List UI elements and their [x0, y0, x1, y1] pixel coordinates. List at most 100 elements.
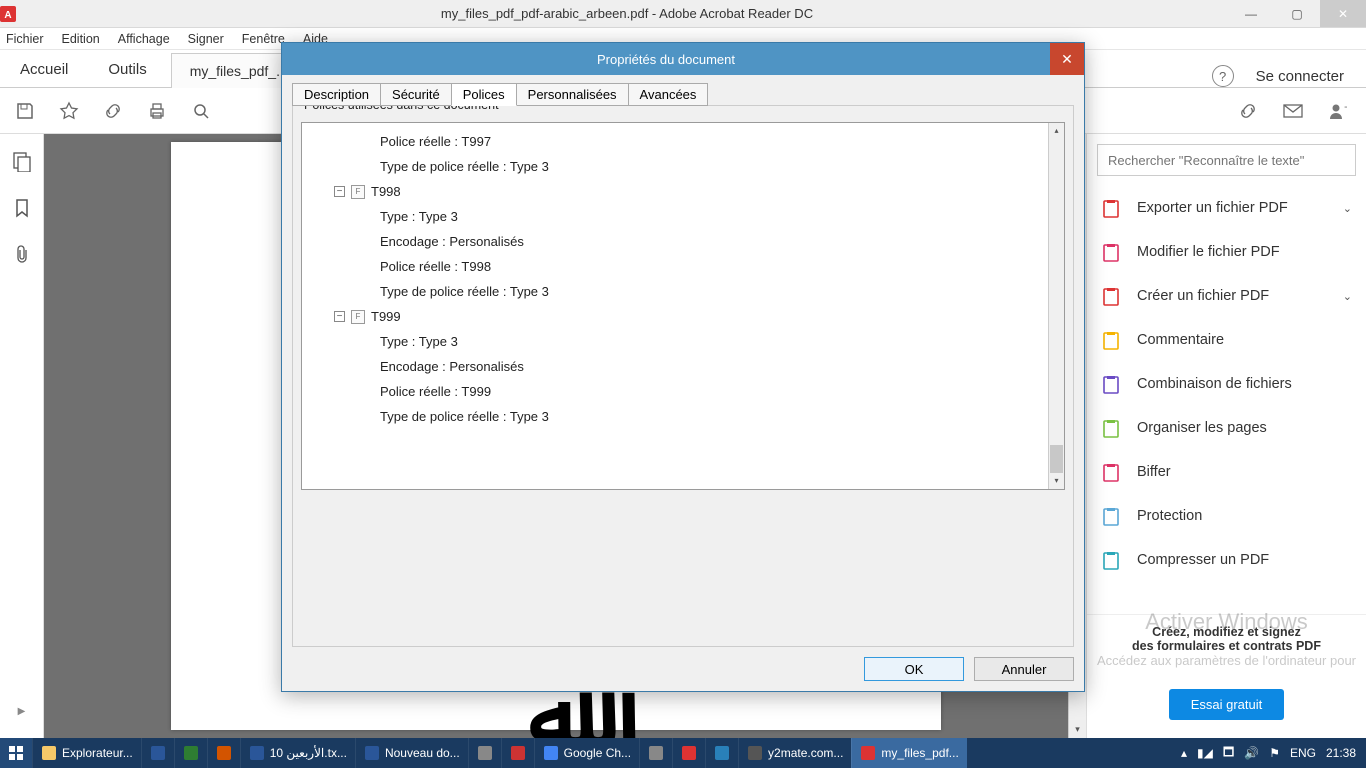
- help-icon[interactable]: ?: [1212, 65, 1234, 87]
- tab-tools[interactable]: Outils: [88, 52, 166, 87]
- taskbar-app-icon: [681, 745, 697, 761]
- taskbar-item[interactable]: [207, 738, 240, 768]
- window-titlebar: A my_files_pdf_pdf-arabic_arbeen.pdf - A…: [0, 0, 1366, 28]
- system-tray[interactable]: ▴ ▮◢ 🗖 🔊 ⚑ ENG 21:38: [1171, 743, 1366, 764]
- chevron-down-icon: ⌄: [1343, 202, 1352, 215]
- taskbar-item[interactable]: [501, 738, 534, 768]
- tool-label: Organiser les pages: [1137, 420, 1267, 436]
- window-title: my_files_pdf_pdf-arabic_arbeen.pdf - Ado…: [26, 6, 1228, 21]
- tab-description[interactable]: Description: [292, 83, 381, 106]
- sign-in-link[interactable]: Se connecter: [1256, 68, 1344, 85]
- taskbar[interactable]: Explorateur... الأربعين 10.tx...Nouveau d…: [0, 738, 1366, 768]
- scroll-up-icon[interactable]: ▴: [1049, 123, 1064, 139]
- dialog-title: Propriétés du document: [282, 52, 1050, 67]
- star-icon[interactable]: [58, 100, 80, 122]
- taskbar-item[interactable]: الأربعين 10.tx...: [240, 738, 355, 768]
- tool-icon: [1101, 329, 1123, 351]
- menu-file[interactable]: Fichier: [6, 32, 44, 46]
- menu-sign[interactable]: Signer: [188, 32, 224, 46]
- tool-label: Compresser un PDF: [1137, 552, 1269, 568]
- tray-volume-icon[interactable]: 🔊: [1244, 746, 1259, 760]
- font-file-icon: F: [351, 185, 365, 199]
- attachment-icon[interactable]: [14, 244, 30, 264]
- taskbar-item[interactable]: Nouveau do...: [355, 738, 468, 768]
- font-property: Encodage : Personalisés: [322, 229, 1048, 254]
- tool-item[interactable]: Combinaison de fichiers: [1087, 362, 1366, 406]
- taskbar-item[interactable]: Google Ch...: [534, 738, 639, 768]
- user-icon[interactable]: +: [1326, 100, 1348, 122]
- save-icon[interactable]: [14, 100, 36, 122]
- taskbar-item[interactable]: [639, 738, 672, 768]
- tool-icon: [1101, 505, 1123, 527]
- tray-chevron-icon[interactable]: ▴: [1181, 746, 1187, 760]
- mail-icon[interactable]: [1282, 100, 1304, 122]
- taskbar-item[interactable]: [672, 738, 705, 768]
- rail-expand-icon[interactable]: ▶: [18, 706, 26, 717]
- search-input[interactable]: [1097, 144, 1356, 176]
- tray-clock[interactable]: 21:38: [1326, 746, 1356, 760]
- share-link-icon[interactable]: [1238, 100, 1260, 122]
- tab-custom[interactable]: Personnalisées: [516, 83, 629, 106]
- promo-box: Activer Windows Créez, modifiez et signe…: [1087, 614, 1366, 738]
- maximize-button[interactable]: ▢: [1274, 0, 1320, 27]
- menu-edit[interactable]: Edition: [62, 32, 100, 46]
- taskbar-item[interactable]: [174, 738, 207, 768]
- tool-item[interactable]: Créer un fichier PDF⌄: [1087, 274, 1366, 318]
- tool-item[interactable]: Biffer: [1087, 450, 1366, 494]
- taskbar-app-icon: [216, 745, 232, 761]
- tree-scrollbar-thumb[interactable]: [1050, 445, 1063, 473]
- font-name: T999: [371, 309, 401, 324]
- tool-item[interactable]: Commentaire: [1087, 318, 1366, 362]
- tab-advanced[interactable]: Avancées: [628, 83, 709, 106]
- tool-label: Biffer: [1137, 464, 1171, 480]
- ok-button[interactable]: OK: [864, 657, 964, 681]
- tab-fonts[interactable]: Polices: [451, 83, 517, 106]
- cancel-button[interactable]: Annuler: [974, 657, 1074, 681]
- taskbar-label: my_files_pdf...: [881, 746, 958, 760]
- taskbar-item[interactable]: y2mate.com...: [738, 738, 851, 768]
- collapse-icon[interactable]: −: [334, 311, 345, 322]
- tray-battery-icon[interactable]: 🗖: [1223, 743, 1234, 764]
- collapse-icon[interactable]: −: [334, 186, 345, 197]
- tool-item[interactable]: Protection: [1087, 494, 1366, 538]
- tray-flag-icon[interactable]: ⚑: [1269, 746, 1280, 760]
- minimize-button[interactable]: —: [1228, 0, 1274, 27]
- font-tree[interactable]: Police réelle : T997Type de police réell…: [301, 122, 1065, 490]
- close-button[interactable]: ✕: [1320, 0, 1366, 27]
- font-property: Police réelle : T998: [322, 254, 1048, 279]
- tray-lang[interactable]: ENG: [1290, 746, 1316, 760]
- menu-view[interactable]: Affichage: [118, 32, 170, 46]
- tool-icon: [1101, 549, 1123, 571]
- taskbar-item[interactable]: [705, 738, 738, 768]
- taskbar-item[interactable]: [468, 738, 501, 768]
- dialog-close-button[interactable]: ✕: [1050, 43, 1084, 75]
- start-button[interactable]: [0, 738, 32, 768]
- tool-item[interactable]: Modifier le fichier PDF: [1087, 230, 1366, 274]
- tab-security[interactable]: Sécurité: [380, 83, 452, 106]
- document-properties-dialog: Propriétés du document ✕ Description Séc…: [281, 42, 1085, 692]
- font-node[interactable]: −FT999: [322, 304, 1048, 329]
- font-property: Type de police réelle : Type 3: [322, 154, 1048, 179]
- thumbnails-icon[interactable]: [13, 152, 31, 172]
- search-icon[interactable]: [190, 100, 212, 122]
- trial-button[interactable]: Essai gratuit: [1169, 689, 1285, 720]
- app-icon: A: [0, 6, 26, 22]
- tree-scrollbar[interactable]: ▴ ▾: [1048, 123, 1064, 489]
- bookmark-icon[interactable]: [14, 198, 30, 218]
- tab-home[interactable]: Accueil: [0, 52, 88, 87]
- link-icon[interactable]: [102, 100, 124, 122]
- print-icon[interactable]: [146, 100, 168, 122]
- tool-item[interactable]: Compresser un PDF: [1087, 538, 1366, 582]
- tool-item[interactable]: Exporter un fichier PDF⌄: [1087, 186, 1366, 230]
- taskbar-item[interactable]: my_files_pdf...: [851, 738, 966, 768]
- tray-network-icon[interactable]: ▮◢: [1197, 746, 1213, 760]
- scroll-down-icon[interactable]: ▾: [1069, 720, 1086, 738]
- tool-item[interactable]: Organiser les pages: [1087, 406, 1366, 450]
- taskbar-item[interactable]: [141, 738, 174, 768]
- taskbar-item[interactable]: Explorateur...: [32, 738, 141, 768]
- font-node[interactable]: −FT998: [322, 179, 1048, 204]
- taskbar-app-icon: [510, 745, 526, 761]
- dialog-titlebar[interactable]: Propriétés du document ✕: [282, 43, 1084, 75]
- menu-window[interactable]: Fenêtre: [242, 32, 285, 46]
- scroll-down-icon[interactable]: ▾: [1049, 473, 1064, 489]
